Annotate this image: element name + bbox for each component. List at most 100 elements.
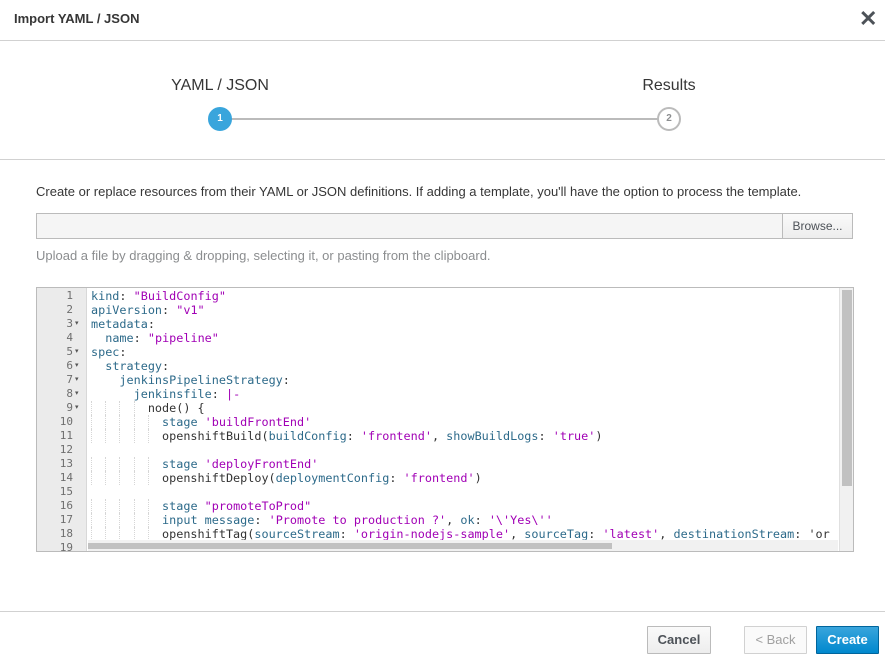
code-line: stage 'buildFrontEnd' xyxy=(162,415,312,429)
indent-guide xyxy=(91,499,92,513)
editor-vertical-scroll-thumb[interactable] xyxy=(842,290,852,486)
indent-guide xyxy=(133,415,135,429)
fold-toggle-icon[interactable]: ▾ xyxy=(75,387,79,401)
dialog-title: Import YAML / JSON xyxy=(14,11,140,26)
indent-guide xyxy=(133,457,135,471)
file-upload-row: Browse... xyxy=(36,213,853,239)
line-number: 3 xyxy=(66,317,73,330)
wizard-progress-line xyxy=(220,118,669,120)
code-line: stage 'deployFrontEnd' xyxy=(162,457,319,471)
line-number: 8 xyxy=(66,387,73,400)
create-button[interactable]: Create xyxy=(816,626,879,654)
line-number: 14 xyxy=(59,471,73,484)
line-number: 2 xyxy=(66,303,73,316)
line-number: 11 xyxy=(59,429,73,442)
indent-guide xyxy=(133,499,135,513)
indent-guide xyxy=(91,401,92,415)
indent-guide xyxy=(147,429,149,443)
code-line: stage "promoteToProd" xyxy=(162,499,312,513)
indent-guide xyxy=(91,457,92,471)
line-number: 16 xyxy=(59,499,73,512)
indent-guide xyxy=(147,513,149,527)
indent-guide xyxy=(105,429,107,443)
line-number: 7 xyxy=(66,373,73,386)
indent-guide xyxy=(91,429,92,443)
indent-guide xyxy=(91,415,92,429)
indent-guide xyxy=(133,429,135,443)
indent-guide xyxy=(147,499,149,513)
code-line: jenkinsPipelineStrategy: xyxy=(119,373,290,387)
line-number: 18 xyxy=(59,527,73,540)
import-description: Create or replace resources from their Y… xyxy=(36,184,802,199)
code-line: openshiftDeploy(deploymentConfig: 'front… xyxy=(91,471,482,485)
indent-guide xyxy=(119,415,121,429)
code-line: openshiftBuild(buildConfig: 'frontend', … xyxy=(91,429,603,443)
code-line: jenkinsfile: |- xyxy=(133,387,241,401)
indent-guide xyxy=(91,527,92,540)
line-number: 9 xyxy=(66,401,73,414)
file-name-input[interactable] xyxy=(36,213,783,239)
line-number: 12 xyxy=(59,443,73,456)
line-number: 19 xyxy=(59,541,73,552)
indent-guide xyxy=(91,471,92,485)
code-line: openshiftTag(sourceStream: 'origin-nodej… xyxy=(91,527,830,540)
dialog-header: Import YAML / JSON ✕ xyxy=(0,0,885,41)
close-icon[interactable]: ✕ xyxy=(859,8,877,30)
yaml-editor[interactable]: 1 2 3 ▾ 4 5 ▾ 6 ▾ 7 ▾ 8 ▾ 9 ▾ 10 11 12 13 14 15 16 17 18 19 kind… xyxy=(36,287,854,552)
code-line: node() { xyxy=(91,401,205,415)
line-number: 13 xyxy=(59,457,73,470)
code-line: name: "pipeline" xyxy=(105,331,219,345)
step-label-yaml-json[interactable]: YAML / JSON xyxy=(171,77,269,95)
browse-button[interactable]: Browse... xyxy=(782,213,853,239)
line-number: 6 xyxy=(66,359,73,372)
indent-guide xyxy=(105,457,107,471)
editor-gutter: 1 2 3 ▾ 4 5 ▾ 6 ▾ 7 ▾ 8 ▾ 9 ▾ 10 11 12 13 14 15 16 17 18 19 xyxy=(37,288,87,551)
line-number: 15 xyxy=(59,485,73,498)
upload-help-text: Upload a file by dragging & dropping, se… xyxy=(36,248,491,263)
code-line: metadata: xyxy=(91,317,155,331)
step-label-results: Results xyxy=(642,77,696,94)
indent-guide xyxy=(105,471,107,485)
indent-guide xyxy=(119,429,121,443)
code-line: apiVersion: "v1" xyxy=(91,303,205,317)
indent-guide xyxy=(133,401,135,415)
editor-horizontal-scroll-thumb[interactable] xyxy=(88,543,612,549)
cancel-button[interactable]: Cancel xyxy=(647,626,711,654)
indent-guide xyxy=(105,527,107,540)
fold-toggle-icon[interactable]: ▾ xyxy=(75,345,79,359)
indent-guide xyxy=(133,527,135,540)
indent-guide xyxy=(119,527,121,540)
editor-horizontal-scrollbar[interactable] xyxy=(88,540,838,551)
wizard-steps: YAML / JSON 1 Results 2 xyxy=(0,41,885,160)
indent-guide xyxy=(105,499,107,513)
editor-vertical-scrollbar[interactable] xyxy=(839,288,853,551)
indent-guide xyxy=(147,457,149,471)
step-indicator-2: 2 xyxy=(657,107,681,131)
code-line: spec: xyxy=(91,345,127,359)
indent-guide xyxy=(119,471,121,485)
code-line: kind: "BuildConfig" xyxy=(91,289,226,303)
indent-guide xyxy=(119,457,121,471)
indent-guide xyxy=(147,527,149,540)
indent-guide xyxy=(91,513,92,527)
fold-toggle-icon[interactable]: ▾ xyxy=(75,401,79,415)
fold-toggle-icon[interactable]: ▾ xyxy=(75,373,79,387)
editor-code-area[interactable]: kind: "BuildConfig" apiVersion: "v1" metad… xyxy=(88,288,838,540)
code-line: input message: 'Promote to production ?'… xyxy=(162,513,553,527)
dialog-footer: Cancel < Back Create xyxy=(0,611,885,663)
fold-toggle-icon[interactable]: ▾ xyxy=(75,359,79,373)
indent-guide xyxy=(133,471,135,485)
code-line: strategy: xyxy=(105,359,170,373)
indent-guide xyxy=(147,471,149,485)
indent-guide xyxy=(105,415,107,429)
indent-guide xyxy=(119,499,121,513)
indent-guide xyxy=(133,513,135,527)
indent-guide xyxy=(105,513,107,527)
indent-guide xyxy=(119,401,121,415)
back-button[interactable]: < Back xyxy=(744,626,807,654)
fold-toggle-icon[interactable]: ▾ xyxy=(75,317,79,331)
line-number: 4 xyxy=(66,331,73,344)
line-number: 10 xyxy=(59,415,73,428)
line-number: 1 xyxy=(66,289,73,302)
step-indicator-1[interactable]: 1 xyxy=(208,107,232,131)
